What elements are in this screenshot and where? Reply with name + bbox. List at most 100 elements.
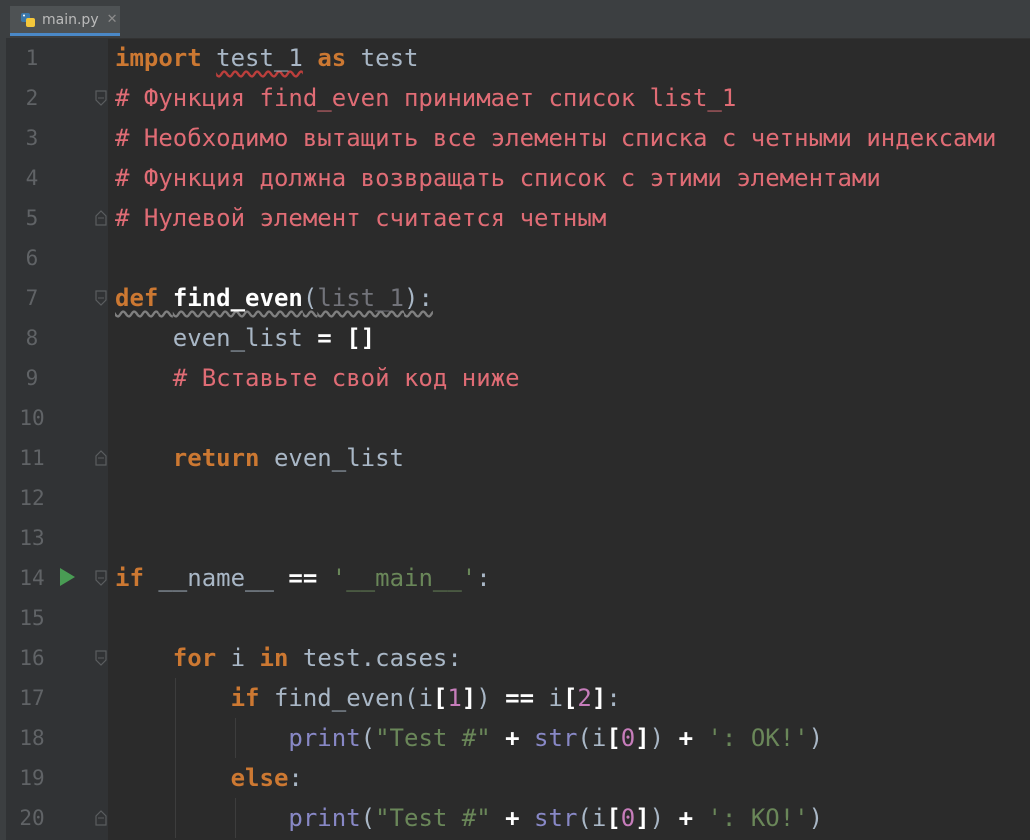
code-text[interactable]: for i in test.cases: xyxy=(115,638,462,678)
code-line[interactable]: 5 # Нулевой элемент считается четным xyxy=(0,198,1030,238)
code-token: return xyxy=(172,444,260,472)
code-editor[interactable]: 1 import test_1 as test 2 # Функция find_ev… xyxy=(0,38,1030,840)
fold-end-icon[interactable] xyxy=(95,210,107,226)
fold-start-icon[interactable] xyxy=(95,90,107,106)
line-number: 7 xyxy=(25,286,39,310)
code-token: str xyxy=(534,724,578,752)
code-token: ( xyxy=(360,724,376,752)
code-line[interactable]: 7 def find_even(list_1): xyxy=(0,278,1030,318)
code-token: even_list xyxy=(259,444,404,472)
code-token: [ xyxy=(562,684,578,712)
code-token: [ xyxy=(606,804,621,832)
code-token: import xyxy=(115,44,202,72)
code-text[interactable]: even_list = [] xyxy=(115,318,375,358)
code-token: : xyxy=(606,684,621,712)
code-text[interactable]: print("Test #" + str(i[0]) + ': KO!') xyxy=(115,798,823,838)
fold-start-icon[interactable] xyxy=(95,570,107,586)
line-number: 1 xyxy=(25,46,39,70)
code-token: + xyxy=(505,804,520,832)
code-text[interactable]: print("Test #" + str(i[0]) + ': OK!') xyxy=(115,718,823,758)
code-text[interactable]: else: xyxy=(115,758,303,798)
code-token: = xyxy=(317,324,332,352)
code-token: == xyxy=(505,684,535,712)
run-icon[interactable] xyxy=(60,568,75,586)
code-line[interactable]: 16 for i in test.cases: xyxy=(0,638,1030,678)
line-number: 16 xyxy=(19,646,45,670)
code-text[interactable]: if __name__ == '__main__': xyxy=(115,558,491,598)
code-line[interactable]: 3 # Необходимо вытащить все элементы спис… xyxy=(0,118,1030,158)
line-number: 5 xyxy=(25,206,39,230)
code-token: [ xyxy=(432,684,448,712)
code-text[interactable]: if find_even(i[1]) == i[2]: xyxy=(115,678,621,718)
tab-main-py[interactable]: main.py ✕ xyxy=(10,6,120,36)
code-token: (i xyxy=(577,724,607,752)
code-line[interactable]: 12 xyxy=(0,478,1030,518)
fold-start-icon[interactable] xyxy=(95,290,107,306)
code-token: ] xyxy=(635,724,650,752)
fold-end-icon[interactable] xyxy=(95,810,107,826)
code-line[interactable]: 10 xyxy=(0,398,1030,438)
code-text[interactable]: # Функция find_even принимает список lis… xyxy=(115,78,736,118)
code-line[interactable]: 20 print("Test #" + str(i[0]) + ': KO!') xyxy=(0,798,1030,838)
code-token: ] xyxy=(635,804,650,832)
code-text[interactable]: # Функция должна возвращать список с эти… xyxy=(115,158,881,198)
code-line[interactable]: 6 xyxy=(0,238,1030,278)
code-token: 1 xyxy=(447,684,462,712)
code-line[interactable]: 14 if __name__ == '__main__': xyxy=(0,558,1030,598)
code-token: def xyxy=(115,284,159,312)
code-text[interactable]: def find_even(list_1): xyxy=(115,278,433,318)
code-line[interactable]: 8 even_list = [] xyxy=(0,318,1030,358)
code-line[interactable]: 13 xyxy=(0,518,1030,558)
code-line[interactable]: 2 # Функция find_even принимает список li… xyxy=(0,78,1030,118)
code-token: : xyxy=(288,764,303,792)
code-line[interactable]: 9 # Вставьте свой код ниже xyxy=(0,358,1030,398)
code-line[interactable]: 4 # Функция должна возвращать список с эт… xyxy=(0,158,1030,198)
line-number: 18 xyxy=(19,726,45,750)
code-token: else xyxy=(230,764,289,792)
line-number: 8 xyxy=(25,326,39,350)
code-token: + xyxy=(678,804,694,832)
code-token: test.cases: xyxy=(288,644,462,672)
code-token: find_even xyxy=(172,284,303,312)
code-text[interactable]: return even_list xyxy=(115,438,404,478)
code-text[interactable]: # Необходимо вытащить все элементы списк… xyxy=(115,118,996,158)
code-token: # Необходимо вытащить все элементы списк… xyxy=(115,124,997,152)
code-line[interactable]: 15 xyxy=(0,598,1030,638)
code-line[interactable]: 1 import test_1 as test xyxy=(0,38,1030,78)
code-token: i xyxy=(534,684,563,712)
code-text[interactable]: # Нулевой элемент считается четным xyxy=(115,198,606,238)
code-token: + xyxy=(678,724,694,752)
close-icon[interactable]: ✕ xyxy=(107,12,118,27)
code-token: ': OK!' xyxy=(707,724,809,752)
code-token: test xyxy=(346,44,419,72)
code-line[interactable]: 19 else: xyxy=(0,758,1030,798)
code-token: ] xyxy=(591,684,607,712)
indent-guide xyxy=(235,718,236,758)
fold-end-icon[interactable] xyxy=(95,450,107,466)
line-number: 2 xyxy=(25,86,39,110)
code-text[interactable]: # Вставьте свой код ниже xyxy=(115,358,520,398)
code-line[interactable]: 11 return even_list xyxy=(0,438,1030,478)
indent-guide xyxy=(175,678,176,838)
code-line[interactable]: 18 print("Test #" + str(i[0]) + ': OK!') xyxy=(0,718,1030,758)
line-number: 20 xyxy=(19,806,45,830)
code-token: + xyxy=(505,724,520,752)
code-text[interactable]: import test_1 as test xyxy=(115,38,418,78)
code-token: ) xyxy=(649,804,679,832)
line-number: 14 xyxy=(19,566,45,590)
code-token: test_1 xyxy=(216,44,303,72)
code-line[interactable]: 17 if find_even(i[1]) == i[2]: xyxy=(0,678,1030,718)
code-token: __name__ xyxy=(143,564,289,592)
code-token: in xyxy=(259,644,289,672)
fold-start-icon[interactable] xyxy=(95,650,107,666)
